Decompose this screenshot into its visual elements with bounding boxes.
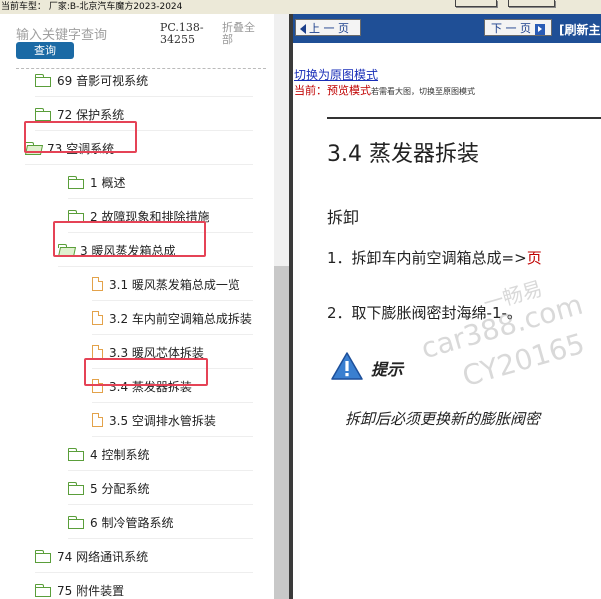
top-button-right[interactable] [508, 0, 555, 7]
tree-item[interactable]: 75 附件装置 [35, 574, 253, 599]
tree-item[interactable]: 69 音影可视系统 [35, 64, 253, 97]
switch-original-mode-link[interactable]: 切换为原图模式 [294, 66, 378, 83]
prev-page-label: 上 一 页 [309, 22, 349, 35]
tree-item-label: 69 音影可视系统 [57, 73, 149, 88]
warning-icon [331, 352, 363, 380]
tree-item-label: 5 分配系统 [90, 481, 150, 496]
window-top-bar: 当前车型： 厂家:B-北京汽车魔方2023-2024 [0, 0, 601, 14]
collapse-all-button[interactable]: 折叠全部 [222, 22, 262, 46]
search-input[interactable]: 输入关键字查询 [16, 24, 107, 43]
tree-item-label: 4 控制系统 [90, 447, 150, 462]
tree-item[interactable]: 4 控制系统 [68, 438, 253, 471]
tree-item-label: 3.2 车内前空调箱总成拆装 [109, 311, 252, 326]
document-title: 3.4 蒸发器拆装 [327, 142, 479, 167]
tree-item[interactable]: 3.5 空调排水管拆装 [92, 404, 253, 437]
tree-item[interactable]: 1 概述 [68, 166, 253, 199]
tip-label: 提示 [371, 360, 404, 379]
prev-page-button[interactable]: 上 一 页 [295, 19, 361, 36]
mode-name: 预览模式 [327, 84, 371, 97]
document-icon [92, 413, 103, 427]
mode-status: 当前：预览模式若需看大图，切换至原图模式 [294, 82, 475, 98]
step-1-page-link[interactable]: 页 [527, 249, 542, 267]
tree-item[interactable]: 3.1 暖风蒸发箱总成一览 [92, 268, 253, 301]
next-page-label: 下 一 页 [491, 22, 531, 35]
step-2: 2．取下膨胀阀密封海绵-1-。 [327, 304, 522, 322]
sidebar-panel: 输入关键字查询 查询 PC.138-34255 折叠全部 69 音影可视系统 72… [0, 14, 289, 599]
tip-text: 拆卸后必须更换新的膨胀阀密 [345, 410, 541, 428]
vehicle-model-label: 当前车型： 厂家:B-北京汽车魔方2023-2024 [1, 2, 183, 12]
next-page-button[interactable]: 下 一 页 [484, 19, 552, 36]
search-box[interactable]: 输入关键字查询 查询 [16, 24, 152, 59]
page-nav-bar: 上 一 页 下 一 页 [刷新主 [293, 14, 601, 43]
folder-icon [68, 448, 84, 461]
search-button[interactable]: 查询 [16, 42, 74, 59]
tree-item-label: 3.5 空调排水管拆装 [109, 413, 216, 428]
tree-item-label: 1 概述 [90, 175, 126, 190]
document-icon [92, 345, 103, 359]
folder-icon [68, 482, 84, 495]
mode-hint: 若需看大图，切换至原图模式 [371, 87, 475, 96]
tree-item[interactable]: 6 制冷管路系统 [68, 506, 253, 539]
folder-icon [35, 584, 51, 597]
section-heading: 拆卸 [327, 208, 360, 227]
arrow-right-icon [535, 23, 545, 35]
scrollbar-thumb[interactable] [274, 266, 289, 599]
step-1-text: 1．拆卸车内前空调箱总成=> [327, 249, 527, 267]
mode-prefix: 当前： [294, 84, 327, 97]
title-rule [327, 117, 601, 119]
folder-icon [35, 74, 51, 87]
document-icon [92, 277, 103, 291]
document-icon [92, 311, 103, 325]
folder-icon [68, 176, 84, 189]
tree-item-label: 6 制冷管路系统 [90, 515, 174, 530]
folder-icon [35, 108, 51, 121]
selection-highlight [84, 358, 208, 386]
tree-item[interactable]: 3.2 车内前空调箱总成拆装 [92, 302, 253, 335]
content-panel: 上 一 页 下 一 页 [刷新主 切换为原图模式 当前：预览模式若需看大图，切换… [293, 14, 601, 599]
top-button-left[interactable] [455, 0, 497, 7]
folder-icon [35, 550, 51, 563]
tree-item-label: 75 附件装置 [57, 583, 125, 598]
tree-item[interactable]: 74 网络通讯系统 [35, 540, 253, 573]
tree-item-label: 3.1 暖风蒸发箱总成一览 [109, 277, 240, 292]
pc-code: PC.138-34255 [160, 21, 204, 46]
folder-icon [68, 516, 84, 529]
tree-item-label: 72 保护系统 [57, 107, 125, 122]
refresh-link[interactable]: [刷新主 [559, 21, 601, 38]
step-1: 1．拆卸车内前空调箱总成=>页 [327, 247, 542, 268]
selection-highlight [24, 121, 137, 153]
tree-item[interactable]: 5 分配系统 [68, 472, 253, 505]
tree-item-label: 74 网络通讯系统 [57, 549, 149, 564]
arrow-left-icon [300, 24, 306, 34]
selection-highlight [53, 221, 206, 257]
